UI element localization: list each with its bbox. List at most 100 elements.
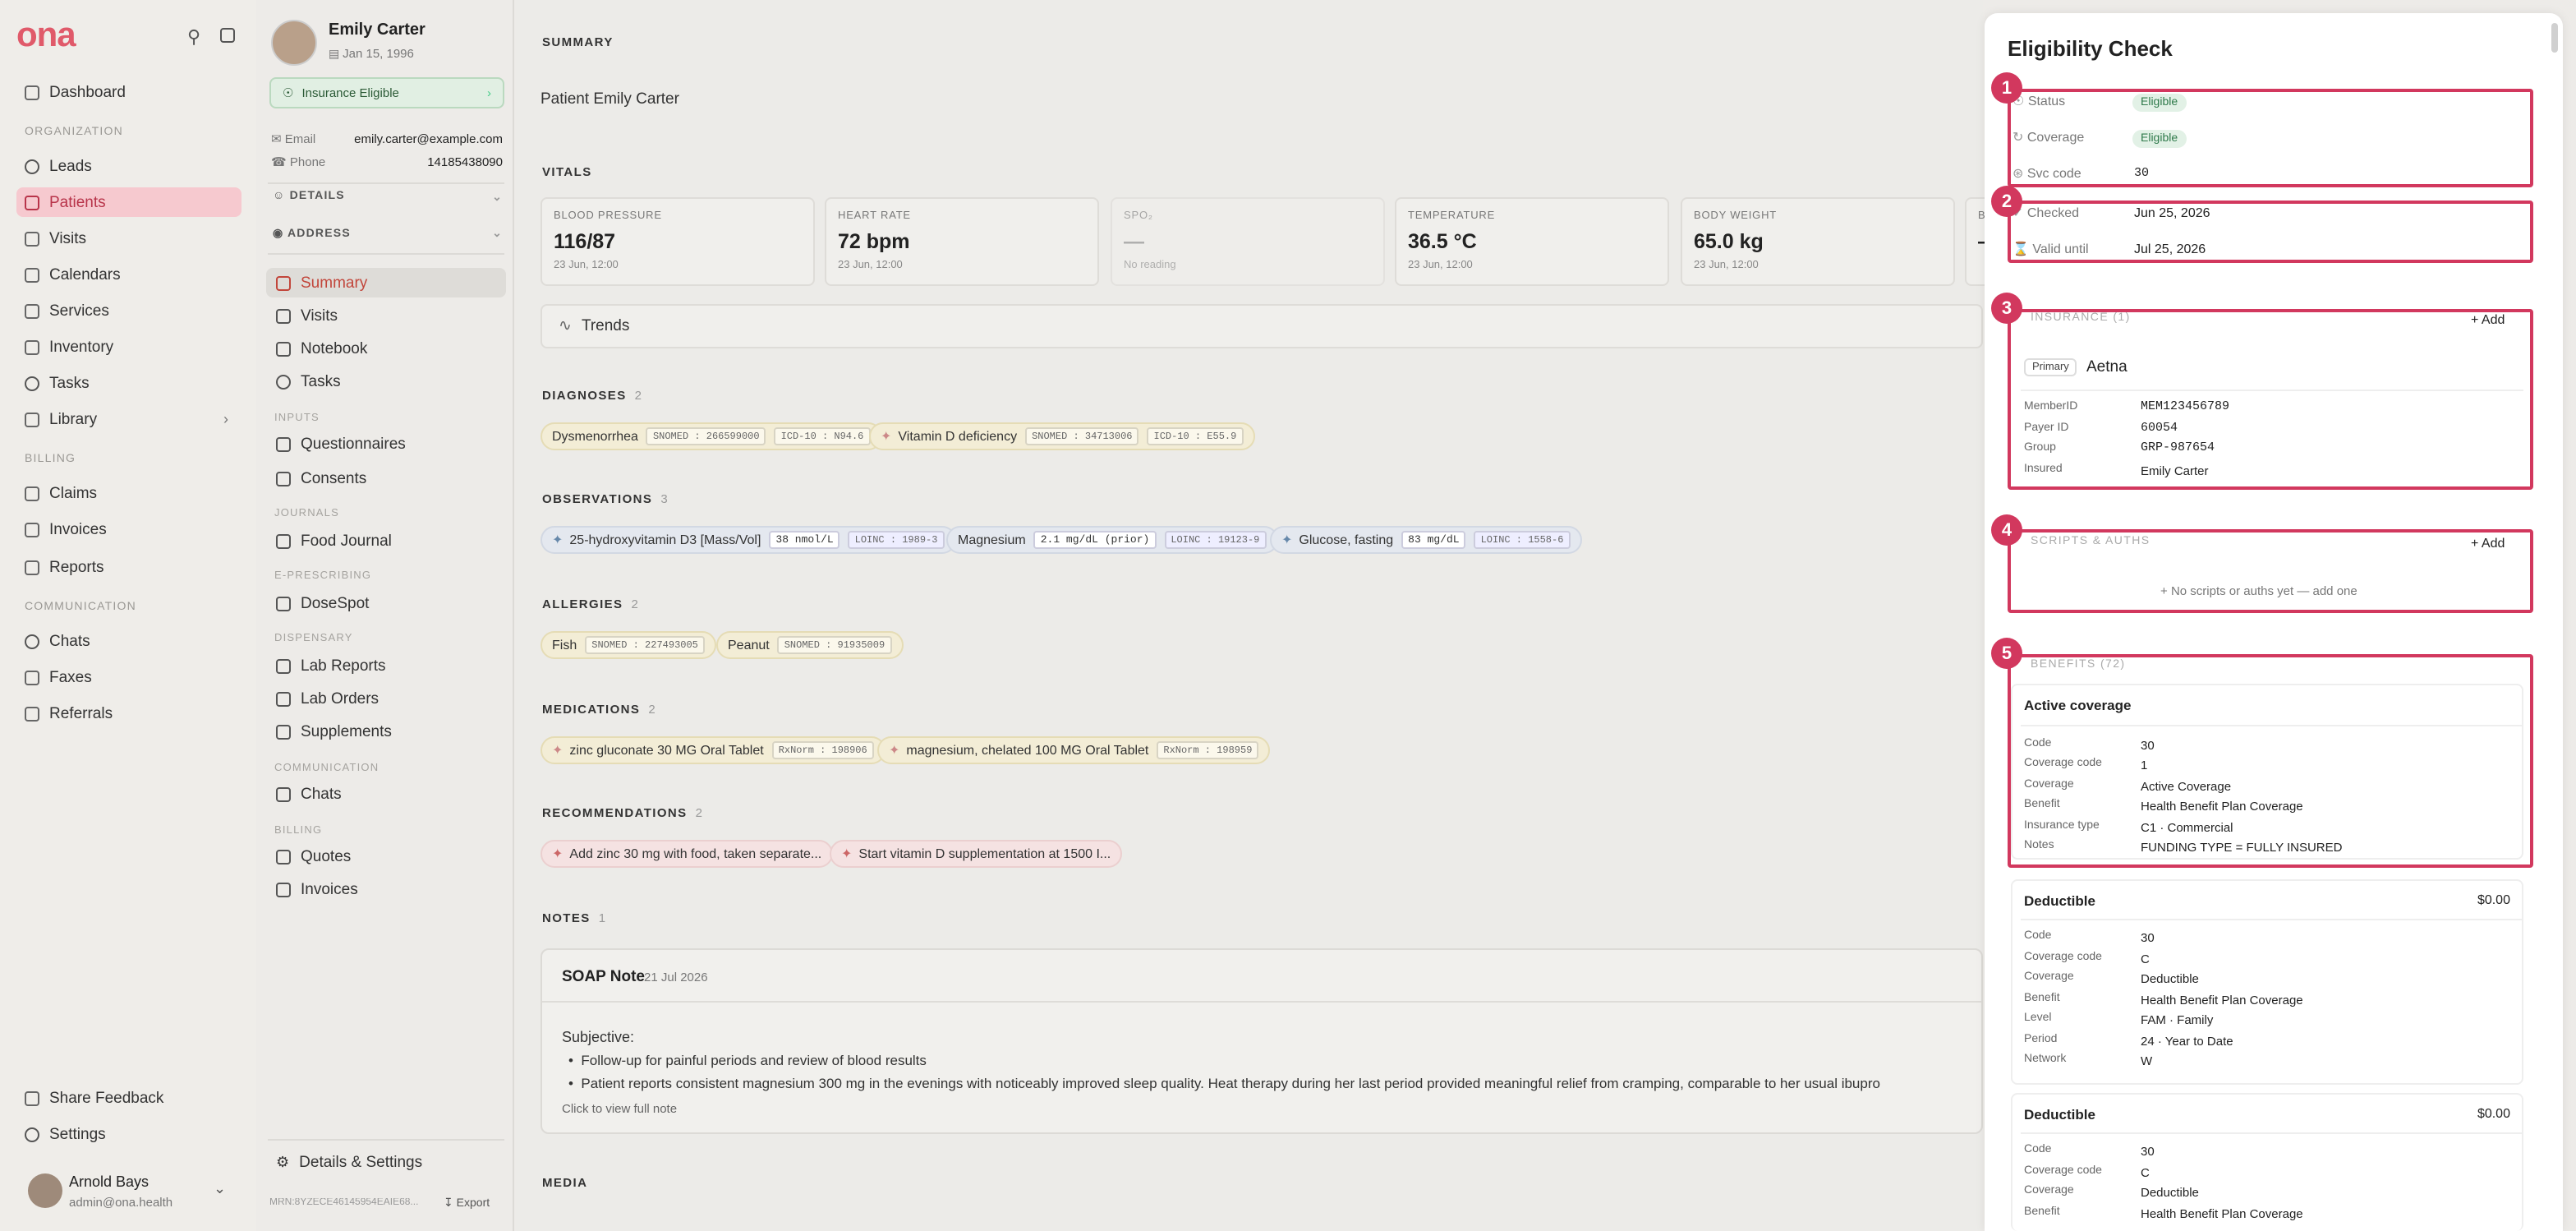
medication-chip[interactable]: ✦ zinc gluconate 30 MG Oral Tablet RxNorm … [540, 736, 886, 764]
details-settings-button[interactable]: ⚙ Details & Settings [266, 1147, 506, 1177]
field-label: Coverage code [2024, 952, 2102, 963]
divider [268, 182, 504, 184]
address-toggle[interactable]: ◉ ADDRESS ⌄ [273, 227, 503, 240]
annotation-marker: 1 [1991, 72, 2022, 104]
vital-card[interactable]: TEMPERATURE 36.5 °C 23 Jun, 12:00 [1395, 197, 1669, 286]
vital-card[interactable]: BLOOD PRESSURE 116/87 23 Jun, 12:00 [540, 197, 815, 286]
nav-share-feedback[interactable]: Share Feedback [16, 1083, 242, 1113]
vital-card[interactable]: SPO₂ — No reading [1111, 197, 1385, 286]
nav-chats[interactable]: Chats [16, 626, 242, 656]
shield-check-icon: ☉ [283, 85, 294, 100]
patient-dob: ▤ Jan 15, 1996 [329, 46, 414, 61]
book-icon [25, 412, 39, 426]
patient-phone[interactable]: 14185438090 [329, 154, 503, 169]
observation-chip[interactable]: ✦ 25-hydroxyvitamin D3 [Mass/Vol] 38 nmol/… [540, 526, 956, 554]
chart-icon [25, 560, 39, 574]
diagnosis-chip[interactable]: ✦ Vitamin D deficiency SNOMED : 34713006 IC… [869, 422, 1255, 450]
patient-tab-questionnaires[interactable]: Questionnaires [266, 429, 506, 459]
nav-referrals[interactable]: Referrals [16, 698, 242, 728]
note-title: SOAP Note [562, 968, 646, 986]
nav-dashboard[interactable]: Dashboard [16, 77, 242, 107]
tag-icon [25, 303, 39, 318]
patient-tab-dosespot[interactable]: DoseSpot [266, 588, 506, 618]
field-value: C [2141, 952, 2150, 966]
patient-tab-quotes[interactable]: Quotes [266, 841, 506, 871]
nav-faxes[interactable]: Faxes [16, 662, 242, 692]
field-value: FAM · Family [2141, 1012, 2214, 1027]
patient-tab-lab-reports[interactable]: Lab Reports [266, 651, 506, 680]
patient-tab-lab-orders[interactable]: Lab Orders [266, 684, 506, 713]
field-label: Period [2024, 1034, 2058, 1045]
sidebar-toggle-icon[interactable] [220, 28, 235, 43]
pill-icon: ✦ [552, 743, 564, 758]
view-full-note-link[interactable]: Click to view full note [562, 1101, 677, 1116]
pin-icon: ◉ [273, 228, 288, 240]
note-bullet: • Patient reports consistent magnesium 3… [568, 1075, 1880, 1091]
patient-tab-tasks[interactable]: Tasks [266, 367, 506, 396]
medication-chip[interactable]: ✦ magnesium, chelated 100 MG Oral Tablet R… [877, 736, 1271, 764]
nav-inventory[interactable]: Inventory [16, 332, 242, 362]
chevron-down-icon: ⌄ [492, 228, 503, 240]
nav-leads[interactable]: Leads [16, 151, 242, 181]
claims-icon [25, 486, 39, 500]
vital-card[interactable]: BODY WEIGHT 65.0 kg 23 Jun, 12:00 [1681, 197, 1955, 286]
note-card[interactable]: SOAP Note 21 Jul 2026 Subjective: • Foll… [540, 948, 1983, 1134]
chevron-down-icon[interactable]: ⌄ [214, 1180, 226, 1198]
patient-tab-invoices[interactable]: Invoices [266, 874, 506, 904]
nav-calendars[interactable]: Calendars [16, 260, 242, 289]
field-label: Coverage [2024, 1185, 2074, 1196]
nav-visits[interactable]: Visits [16, 224, 242, 253]
allergy-chip[interactable]: Fish SNOMED : 227493005 [540, 631, 716, 659]
details-toggle[interactable]: ☺ DETAILS ⌄ [273, 191, 503, 204]
recommendation-chip[interactable]: ✦ Add zinc 30 mg with food, taken separat… [540, 840, 834, 868]
user-avatar[interactable] [28, 1173, 62, 1208]
food-icon [276, 533, 291, 548]
patient-tab-supplements[interactable]: Supplements [266, 717, 506, 746]
diagnosis-chip[interactable]: Dysmenorrhea SNOMED : 266599000 ICD-10 : N… [540, 422, 882, 450]
patient-tab-food-journal[interactable]: Food Journal [266, 526, 506, 556]
export-button[interactable]: ↧ Export [444, 1196, 490, 1210]
patient-tab-summary[interactable]: Summary [266, 268, 506, 297]
observation-chip[interactable]: ✦ Glucose, fasting 83 mg/dL LOINC : 1558-6 [1270, 526, 1582, 554]
allergy-chip[interactable]: Peanut SNOMED : 91935009 [716, 631, 904, 659]
annotation-box [2008, 201, 2533, 263]
nav-invoices[interactable]: Invoices [16, 514, 242, 544]
nav-claims[interactable]: Claims [16, 478, 242, 508]
phone-label: ☎ Phone [271, 154, 326, 169]
insurance-eligible-badge[interactable]: ☉ Insurance Eligible › [269, 77, 504, 108]
pill-icon: ✦ [552, 846, 564, 861]
recommendation-chip[interactable]: ✦ Start vitamin D supplementation at 1500… [830, 840, 1123, 868]
patient-tab-visits[interactable]: Visits [266, 301, 506, 330]
nav-section-billing: BILLING [25, 454, 76, 465]
app-logo[interactable]: ona [16, 16, 76, 56]
field-value: Deductible [2141, 1185, 2199, 1200]
nav-library[interactable]: Library › [16, 404, 242, 434]
nav-section-organization: ORGANIZATION [25, 127, 123, 138]
patient-tab-consents[interactable]: Consents [266, 463, 506, 493]
patient-tab-notebook[interactable]: Notebook [266, 334, 506, 363]
sliders-icon: ⚙ [276, 1153, 290, 1169]
box-icon [25, 339, 39, 354]
chevron-down-icon: ⌄ [492, 192, 503, 204]
scrollbar[interactable] [2551, 23, 2558, 53]
observation-chip[interactable]: Magnesium 2.1 mg/dL (prior) LOINC : 19123-… [946, 526, 1278, 554]
notes-heading: NOTES 1 [542, 911, 607, 925]
patient-tab-chats[interactable]: Chats [266, 779, 506, 809]
user-icon: ☺ [273, 191, 290, 202]
patient-email[interactable]: emily.carter@example.com [329, 131, 503, 146]
allergies-heading: ALLERGIES 2 [542, 597, 640, 611]
annotation-marker: 2 [1991, 186, 2022, 217]
mail-icon: ✉ [271, 131, 285, 146]
vital-card[interactable]: HEART RATE 72 bpm 23 Jun, 12:00 [825, 197, 1099, 286]
benefit-title: Deductible [2024, 1106, 2095, 1123]
trends-section[interactable]: ∿ Trends [540, 304, 1983, 348]
annotation-box [2008, 309, 2533, 490]
nav-patients[interactable]: Patients [16, 187, 242, 217]
nav-settings[interactable]: Settings [16, 1119, 242, 1149]
nav-services[interactable]: Services [16, 296, 242, 325]
search-icon[interactable]: ⚲ [187, 26, 200, 48]
nav-reports[interactable]: Reports [16, 552, 242, 582]
nav-tasks[interactable]: Tasks [16, 368, 242, 398]
leads-icon [25, 159, 39, 173]
chat-icon [276, 786, 291, 801]
